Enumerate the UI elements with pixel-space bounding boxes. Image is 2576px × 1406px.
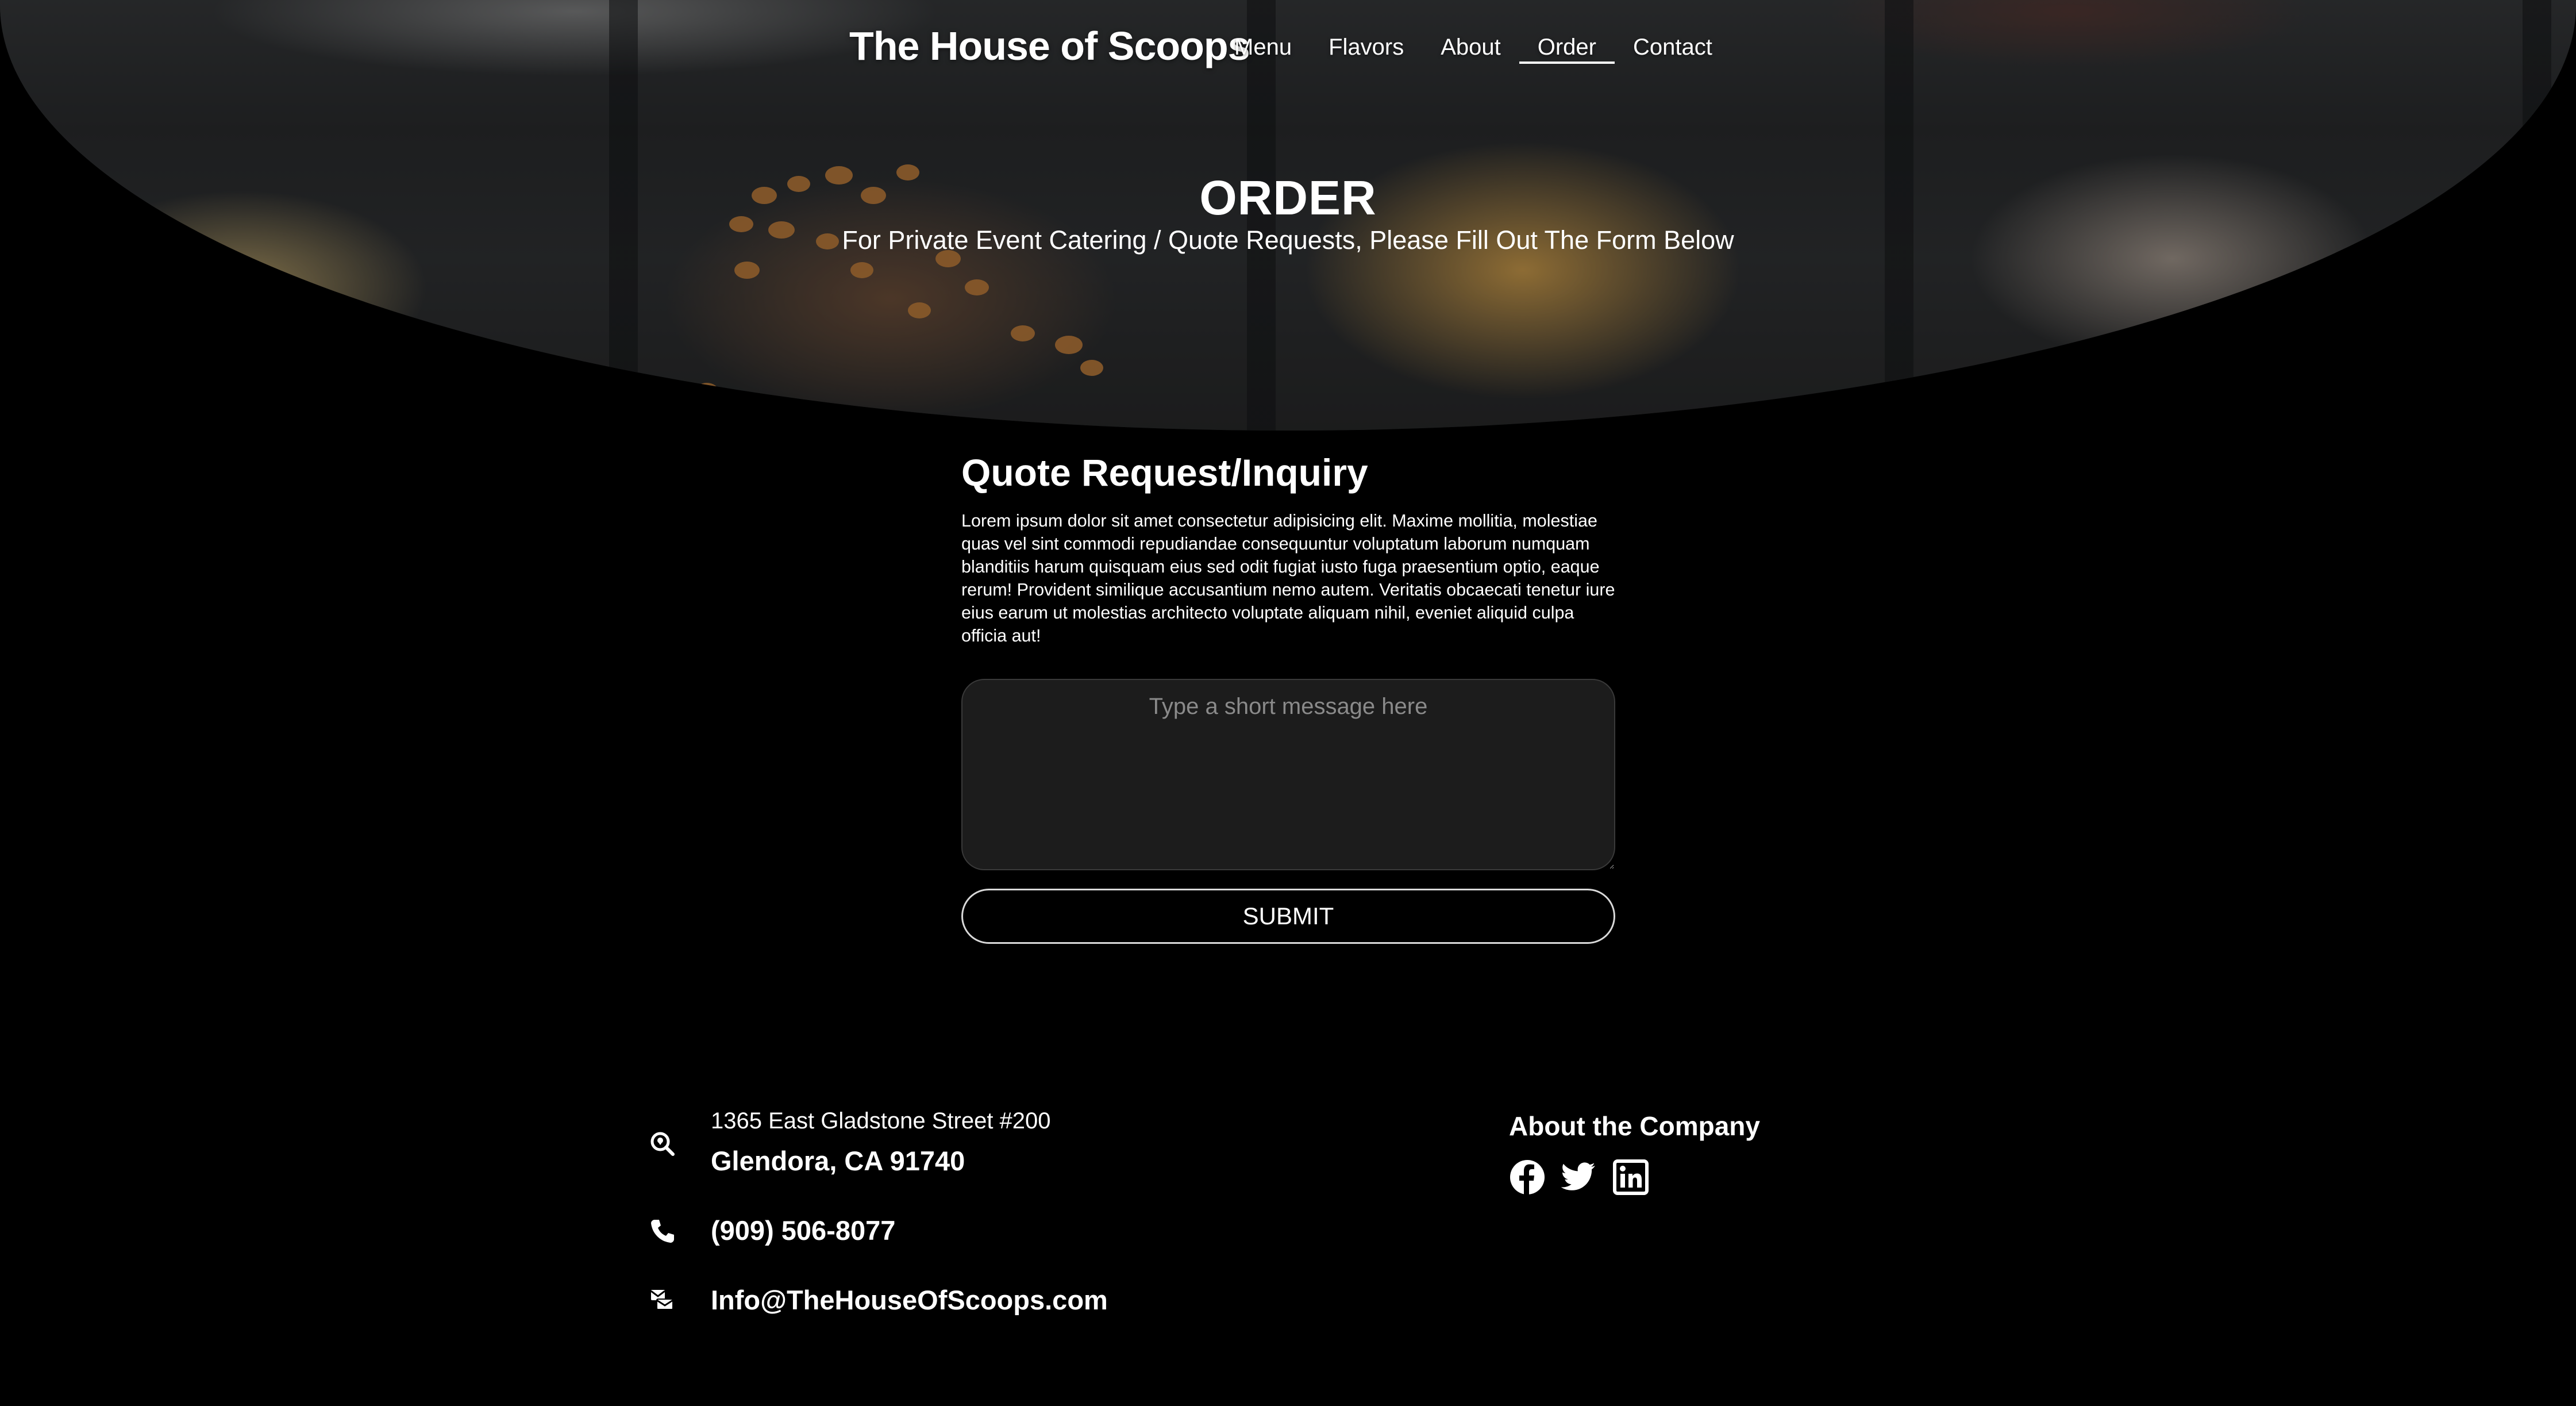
- nav-item-order[interactable]: Order: [1519, 34, 1615, 64]
- form-description: Lorem ipsum dolor sit amet consectetur a…: [961, 511, 1615, 646]
- about-company-heading: About the Company: [1509, 1111, 1760, 1141]
- page-title: ORDER: [1199, 171, 1377, 225]
- page-subtitle: For Private Event Catering / Quote Reque…: [842, 225, 1734, 255]
- phone-link[interactable]: (909) 506-8077: [711, 1215, 895, 1246]
- facebook-link[interactable]: [1509, 1159, 1546, 1196]
- submit-button[interactable]: SUBMIT: [961, 889, 1615, 944]
- address-street: 1365 East Gladstone Street #200: [711, 1108, 1051, 1134]
- linkedin-icon: [1613, 1159, 1649, 1195]
- nav-item-about[interactable]: About: [1422, 34, 1519, 64]
- form-heading: Quote Request/Inquiry: [961, 451, 1368, 494]
- linkedin-link[interactable]: [1612, 1159, 1649, 1196]
- phone-icon: [651, 1220, 674, 1243]
- message-textarea[interactable]: [961, 679, 1615, 870]
- address-city: Glendora, CA 91740: [711, 1146, 965, 1176]
- nav-item-contact[interactable]: Contact: [1615, 34, 1731, 64]
- email-link[interactable]: Info@TheHouseOfScoops.com: [711, 1284, 1108, 1316]
- quote-form-intro: Quote Request/Inquiry Lorem ipsum dolor …: [961, 447, 1615, 647]
- location-search-icon: [650, 1132, 675, 1156]
- nav-item-flavors[interactable]: Flavors: [1310, 34, 1422, 64]
- twitter-icon: [1561, 1162, 1595, 1190]
- main-nav: Menu Flavors About Order Contact: [1234, 34, 1731, 64]
- facebook-icon: [1510, 1160, 1545, 1194]
- site-logo[interactable]: The House of Scoops: [849, 23, 1250, 69]
- twitter-link[interactable]: [1560, 1159, 1596, 1196]
- mail-icon: [650, 1290, 673, 1310]
- nav-item-menu[interactable]: Menu: [1234, 34, 1310, 64]
